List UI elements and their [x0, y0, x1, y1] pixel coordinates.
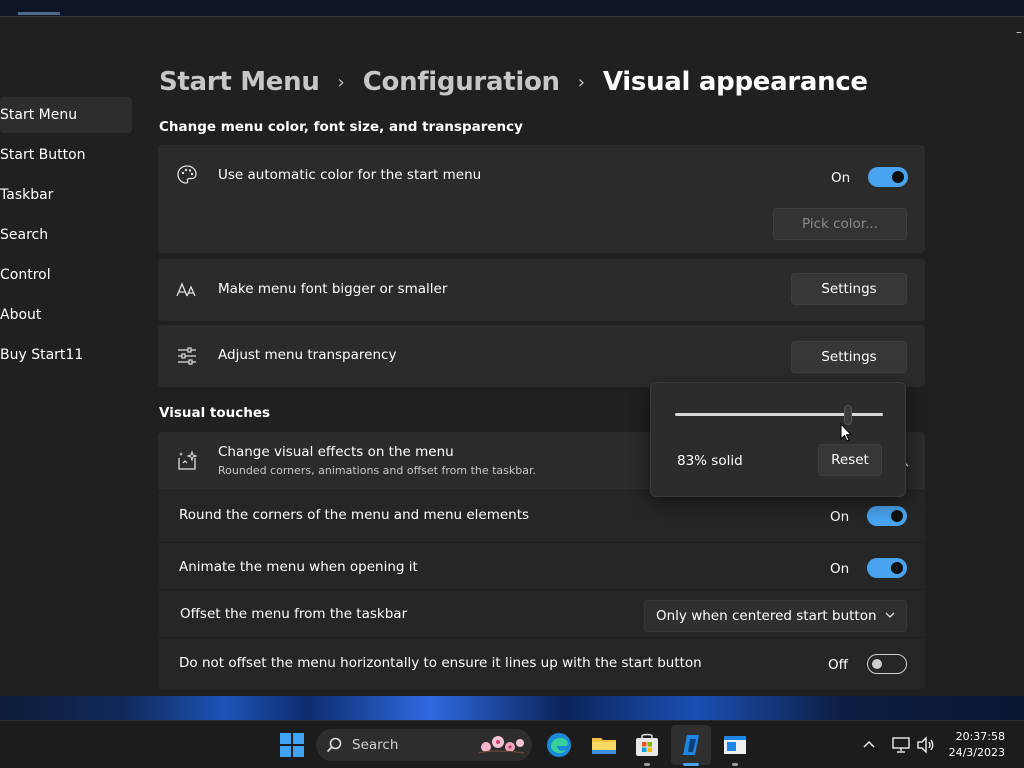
start11-app-icon[interactable] [677, 731, 705, 759]
sliders-icon [178, 347, 196, 365]
system-clock[interactable]: 20:37:58 24/3/2023 [949, 729, 1005, 761]
start11-active-indicator [683, 763, 699, 766]
setting-row-no-horizontal-offset: Do not offset the menu horizontally to e… [158, 637, 925, 689]
transparency-slider-thumb[interactable] [843, 405, 852, 425]
section-title-visual-touches: Visual touches [159, 405, 271, 421]
auto-color-state: On [831, 170, 851, 186]
window-close-icon[interactable]: – [1016, 25, 1022, 39]
setting-row-animate: Animate the menu when opening it On [158, 542, 925, 594]
volume-icon[interactable] [916, 735, 936, 755]
chevron-down-icon [885, 612, 895, 618]
auto-color-toggle[interactable] [868, 167, 908, 187]
animate-label: Animate the menu when opening it [179, 559, 418, 575]
font-size-icon [176, 282, 196, 297]
sidebar-item-buy-start11[interactable]: Buy Start11 [0, 337, 132, 373]
sidebar-item-control[interactable]: Control [0, 257, 132, 293]
chevron-up-icon[interactable] [862, 738, 876, 752]
network-icon[interactable] [891, 735, 911, 755]
transparency-flyout: 83% solid Reset [650, 382, 906, 497]
breadcrumb-start-menu[interactable]: Start Menu [159, 67, 320, 97]
card-automatic-color: Use automatic color for the start menu O… [158, 145, 925, 253]
breadcrumb-chevron-icon: › [577, 71, 585, 93]
edge-browser-icon[interactable] [545, 731, 573, 759]
transparency-value: 83% solid [677, 453, 743, 469]
offset-label: Offset the menu from the taskbar [180, 606, 408, 622]
clock-time: 20:37:58 [955, 730, 1005, 743]
cherry-blossom-icon [477, 736, 525, 754]
window-app-running-indicator [732, 763, 738, 766]
setting-row-offset: Offset the menu from the taskbar Only wh… [158, 589, 925, 641]
font-settings-button[interactable]: Settings [791, 273, 907, 305]
microsoft-store-icon[interactable] [633, 731, 661, 759]
offset-dropdown[interactable]: Only when centered start button [644, 600, 907, 632]
desktop-wallpaper [0, 696, 1024, 720]
round-corners-toggle[interactable] [867, 506, 907, 526]
card-font-size: Make menu font bigger or smaller Setting… [158, 259, 925, 321]
store-running-indicator [644, 763, 650, 766]
page-title: Visual appearance [602, 67, 868, 97]
taskbar: Search 20:37:58 24/3/2023 [0, 720, 1024, 768]
breadcrumb-chevron-icon: › [337, 71, 345, 93]
window-app-icon[interactable] [721, 731, 749, 759]
search-icon [326, 737, 342, 753]
mouse-cursor-icon [840, 423, 852, 442]
breadcrumb: Start Menu › Configuration › Visual appe… [159, 64, 868, 100]
breadcrumb-configuration[interactable]: Configuration [363, 67, 560, 97]
section-title-color-font: Change menu color, font size, and transp… [159, 119, 523, 135]
sidebar-item-about[interactable]: About [0, 297, 132, 333]
top-strip [0, 0, 1024, 16]
offset-dropdown-value: Only when centered start button [656, 608, 877, 624]
window-tab-marker [18, 12, 60, 15]
sidebar-item-start-button[interactable]: Start Button [0, 137, 132, 173]
transparency-label: Adjust menu transparency [218, 347, 397, 363]
palette-icon [177, 165, 197, 184]
card-transparency: Adjust menu transparency Settings [158, 325, 925, 387]
sidebar: Start Menu Start Button Taskbar Search C… [0, 97, 132, 377]
round-corners-state: On [830, 509, 850, 525]
animate-state: On [830, 561, 850, 577]
taskbar-search-box[interactable]: Search [316, 729, 532, 761]
transparency-slider-track[interactable] [675, 413, 883, 416]
taskbar-search-label: Search [352, 737, 399, 753]
auto-color-label: Use automatic color for the start menu [218, 167, 482, 183]
no-horizontal-offset-state: Off [828, 657, 848, 673]
file-explorer-icon[interactable] [590, 731, 618, 759]
round-corners-label: Round the corners of the menu and menu e… [179, 507, 530, 523]
sidebar-item-start-menu[interactable]: Start Menu [0, 97, 132, 133]
sparkle-icon [178, 450, 198, 470]
transparency-settings-button[interactable]: Settings [791, 341, 907, 373]
reset-button[interactable]: Reset [818, 444, 882, 476]
clock-date: 24/3/2023 [948, 746, 1005, 759]
no-horizontal-offset-label: Do not offset the menu horizontally to e… [179, 655, 702, 671]
pick-color-button: Pick color... [773, 208, 907, 240]
setting-row-round-corners: Round the corners of the menu and menu e… [158, 490, 925, 542]
no-horizontal-offset-toggle[interactable] [867, 654, 907, 674]
visual-effects-sublabel: Rounded corners, animations and offset f… [218, 464, 537, 477]
sidebar-item-taskbar[interactable]: Taskbar [0, 177, 132, 213]
windows-start-icon[interactable] [278, 731, 306, 759]
font-size-label: Make menu font bigger or smaller [218, 281, 448, 297]
animate-toggle[interactable] [867, 558, 907, 578]
sidebar-item-search[interactable]: Search [0, 217, 132, 253]
visual-effects-label: Change visual effects on the menu [218, 444, 454, 460]
